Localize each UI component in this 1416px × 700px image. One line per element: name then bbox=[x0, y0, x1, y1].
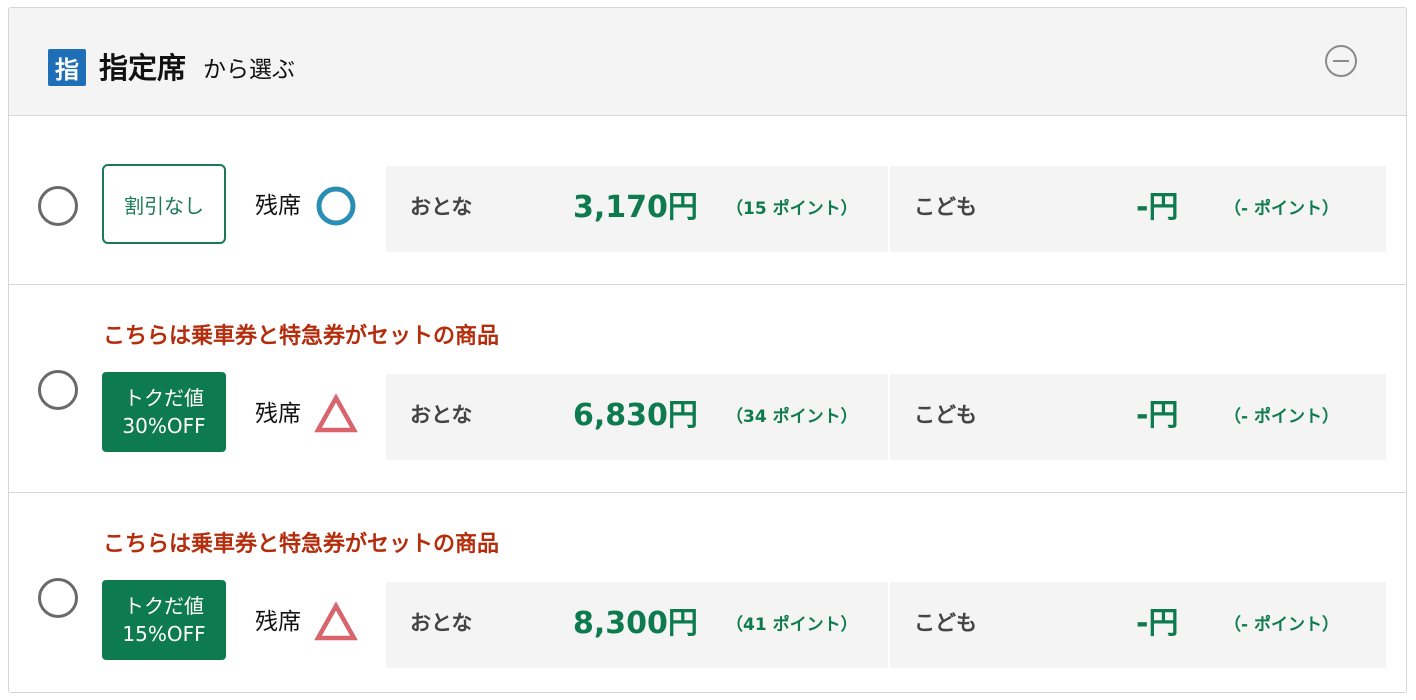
reserved-seat-badge: 指 bbox=[48, 49, 86, 86]
seat-availability-label: 残席 bbox=[255, 193, 301, 219]
adult-points: （15 ポイント） bbox=[726, 199, 858, 219]
seat-availability-label: 残席 bbox=[255, 609, 301, 635]
adult-label: おとな bbox=[410, 611, 473, 635]
child-points: （- ポイント） bbox=[1224, 615, 1339, 635]
discount-tag-name: トクだ値 bbox=[124, 386, 204, 410]
fare-option-row[interactable]: こちらは乗車券と特急券がセットの商品 トクだ値 30%OFF 残席 おとな 6,… bbox=[9, 285, 1406, 493]
triangle-few-seats-icon bbox=[314, 601, 358, 641]
fare-option-row[interactable]: こちらは乗車券と特急券がセットの商品 トクだ値 15%OFF 残席 おとな 8,… bbox=[9, 493, 1406, 692]
discount-tag: 割引なし bbox=[102, 164, 226, 244]
child-points: （- ポイント） bbox=[1224, 199, 1339, 219]
adult-points: （34 ポイント） bbox=[726, 407, 858, 427]
fare-box: おとな 6,830円 （34 ポイント） こども -円 （- ポイント） bbox=[386, 374, 1386, 460]
minus-circle-icon[interactable] bbox=[1325, 45, 1357, 77]
child-label: こども bbox=[914, 611, 977, 635]
discount-tag: トクだ値 30%OFF bbox=[102, 372, 226, 452]
child-fare: こども -円 （- ポイント） bbox=[890, 166, 1386, 252]
child-points: （- ポイント） bbox=[1224, 407, 1339, 427]
fare-option-row[interactable]: 割引なし 残席 おとな 3,170円 （15 ポイント） こども -円 （- ポ… bbox=[9, 116, 1406, 285]
adult-label: おとな bbox=[410, 403, 473, 427]
fare-radio[interactable] bbox=[38, 186, 78, 226]
fare-radio[interactable] bbox=[38, 578, 78, 618]
circle-available-icon bbox=[316, 186, 356, 226]
child-fare: こども -円 （- ポイント） bbox=[890, 374, 1386, 460]
adult-points: （41 ポイント） bbox=[726, 615, 858, 635]
child-price: -円 bbox=[1136, 606, 1179, 641]
discount-tag-rate: 30%OFF bbox=[122, 414, 206, 438]
child-label: こども bbox=[914, 195, 977, 219]
adult-fare: おとな 8,300円 （41 ポイント） bbox=[386, 582, 888, 668]
seat-availability-label: 残席 bbox=[255, 401, 301, 427]
discount-tag-rate: 15%OFF bbox=[122, 622, 206, 646]
reserved-seat-panel: 指 指定席 から選ぶ 割引なし 残席 おとな 3,170円 （15 ポイント） … bbox=[8, 7, 1407, 693]
discount-tag: トクだ値 15%OFF bbox=[102, 580, 226, 660]
adult-label: おとな bbox=[410, 195, 473, 219]
set-product-notice: こちらは乗車券と特急券がセットの商品 bbox=[103, 532, 500, 557]
triangle-few-seats-icon bbox=[314, 393, 358, 433]
discount-tag-name: トクだ値 bbox=[124, 594, 204, 618]
panel-subtitle: から選ぶ bbox=[203, 57, 295, 83]
adult-fare: おとな 6,830円 （34 ポイント） bbox=[386, 374, 888, 460]
panel-header: 指 指定席 から選ぶ bbox=[9, 8, 1406, 116]
fare-radio[interactable] bbox=[38, 370, 78, 410]
set-product-notice: こちらは乗車券と特急券がセットの商品 bbox=[103, 324, 500, 349]
fare-box: おとな 3,170円 （15 ポイント） こども -円 （- ポイント） bbox=[386, 166, 1386, 252]
child-fare: こども -円 （- ポイント） bbox=[890, 582, 1386, 668]
adult-price: 3,170円 bbox=[573, 190, 698, 225]
fare-box: おとな 8,300円 （41 ポイント） こども -円 （- ポイント） bbox=[386, 582, 1386, 668]
panel-title: 指定席 bbox=[99, 51, 187, 85]
child-label: こども bbox=[914, 403, 977, 427]
child-price: -円 bbox=[1136, 190, 1179, 225]
adult-price: 6,830円 bbox=[573, 398, 698, 433]
adult-price: 8,300円 bbox=[573, 606, 698, 641]
child-price: -円 bbox=[1136, 398, 1179, 433]
adult-fare: おとな 3,170円 （15 ポイント） bbox=[386, 166, 888, 252]
